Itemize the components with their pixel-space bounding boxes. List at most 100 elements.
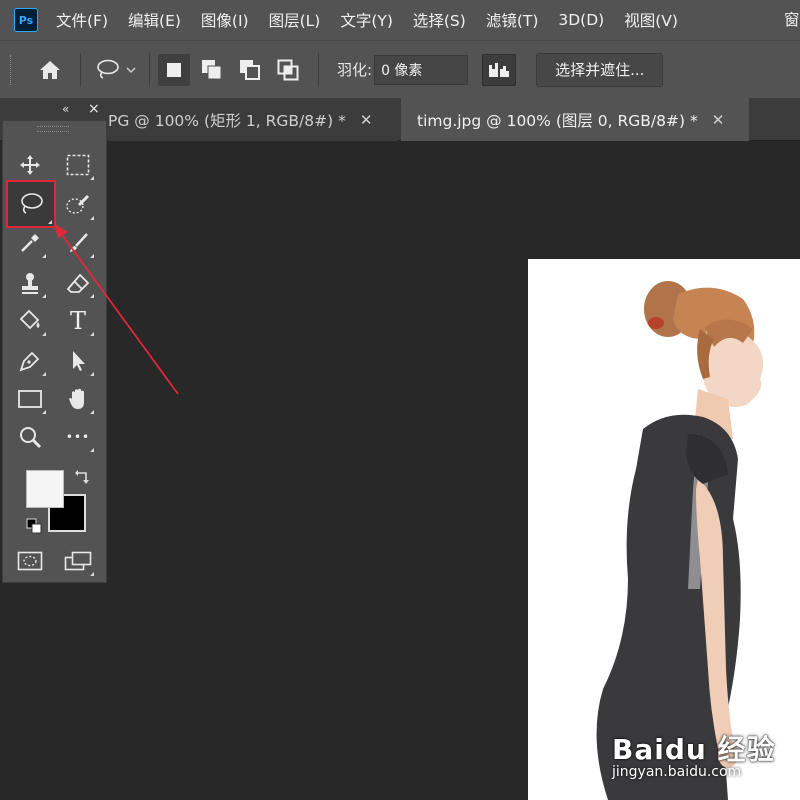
- submenu-indicator: [90, 294, 94, 298]
- tab-timg-document[interactable]: timg.jpg @ 100% (图层 0, RGB/8#) * ✕: [401, 98, 749, 141]
- home-button[interactable]: [28, 53, 72, 87]
- menu-image[interactable]: 图像(I): [201, 9, 249, 31]
- type-tool[interactable]: T: [60, 304, 96, 338]
- zoom-icon: [20, 427, 42, 449]
- document-tabs: PG @ 100% (矩形 1, RGB/8#) * ✕ timg.jpg @ …: [0, 98, 800, 141]
- foreground-color-swatch[interactable]: [26, 470, 64, 508]
- watermark-text: Baidu 经验: [612, 733, 776, 766]
- watermark: Baidu 经验: [612, 728, 776, 768]
- more-tools[interactable]: •••: [60, 420, 96, 454]
- tool-preset-picker[interactable]: [89, 53, 141, 87]
- submenu-indicator: [90, 572, 94, 576]
- menu-3d[interactable]: 3D(D): [558, 11, 604, 29]
- woman-photo: [596, 281, 764, 800]
- new-selection-button[interactable]: [158, 53, 190, 86]
- watermark-url: jingyan.baidu.com: [612, 764, 742, 780]
- arrow-icon: [73, 351, 85, 371]
- separator: [318, 52, 319, 87]
- separator: [80, 52, 81, 87]
- submenu-indicator: [90, 448, 94, 452]
- pen-icon: [19, 351, 40, 372]
- default-colors-icon[interactable]: [26, 518, 42, 534]
- options-bar: 羽化: 选择并遮住...: [0, 40, 800, 98]
- document-canvas[interactable]: [528, 259, 800, 800]
- new-selection-icon: [167, 62, 181, 77]
- feather-label: 羽化:: [337, 61, 373, 79]
- quick-select-tool[interactable]: [60, 188, 96, 222]
- chevron-down-icon: [126, 67, 136, 73]
- home-icon: [40, 60, 60, 79]
- menu-window-partial[interactable]: 窗: [784, 8, 800, 30]
- rectangle-tool[interactable]: [12, 382, 48, 416]
- rectangle-icon: [18, 390, 42, 408]
- submenu-indicator: [42, 254, 46, 258]
- submenu-indicator: [90, 372, 94, 376]
- separator: [149, 52, 150, 87]
- rect-marquee-icon: [66, 154, 90, 176]
- move-icon: [20, 155, 40, 175]
- select-and-mask-button[interactable]: 选择并遮住...: [536, 52, 664, 87]
- hand-tool[interactable]: [60, 382, 96, 416]
- photoshop-window: Ps 文件(F) 编辑(E) 图像(I) 图层(L) 文字(Y) 选择(S) 滤…: [0, 0, 800, 800]
- close-panel-icon[interactable]: ×: [88, 101, 100, 117]
- path-select-tool[interactable]: [60, 344, 96, 378]
- submenu-indicator: [42, 294, 46, 298]
- brush-icon: [70, 233, 88, 252]
- anti-alias-button[interactable]: [482, 53, 517, 86]
- quick-select-icon: [66, 194, 90, 214]
- collapse-icon[interactable]: «: [62, 102, 69, 116]
- intersect-selection-icon: [277, 59, 299, 80]
- tab-png-document[interactable]: PG @ 100% (矩形 1, RGB/8#) * ✕: [108, 98, 398, 141]
- stamp-tool[interactable]: [12, 266, 48, 300]
- lasso-icon: [97, 59, 119, 79]
- swap-colors-icon[interactable]: [74, 468, 92, 486]
- lasso-tool[interactable]: [6, 180, 56, 228]
- submenu-indicator: [42, 410, 46, 414]
- eraser-tool[interactable]: [60, 266, 96, 300]
- submenu-indicator: [90, 176, 94, 180]
- menu-bar: Ps 文件(F) 编辑(E) 图像(I) 图层(L) 文字(Y) 选择(S) 滤…: [0, 0, 800, 40]
- zoom-tool[interactable]: [12, 420, 48, 454]
- brush-tool[interactable]: [60, 226, 96, 260]
- eyedropper-icon: [21, 234, 39, 252]
- close-icon[interactable]: ✕: [360, 111, 373, 129]
- feather-input[interactable]: [374, 54, 469, 85]
- subtract-selection-button[interactable]: [234, 54, 266, 86]
- submenu-indicator: [48, 220, 52, 224]
- menu-file[interactable]: 文件(F): [56, 9, 108, 31]
- move-tool[interactable]: [12, 148, 48, 182]
- quick-mask-button[interactable]: [12, 544, 48, 578]
- paint-bucket-icon: [19, 309, 40, 330]
- menu-select[interactable]: 选择(S): [413, 9, 466, 31]
- screen-mode-icon: [64, 551, 92, 571]
- menu-edit[interactable]: 编辑(E): [128, 9, 181, 31]
- submenu-indicator: [42, 372, 46, 376]
- eyedropper-tool[interactable]: [12, 226, 48, 260]
- menu-layer[interactable]: 图层(L): [269, 9, 321, 31]
- pen-tool[interactable]: [12, 344, 48, 378]
- toolbox-grip[interactable]: [37, 126, 69, 132]
- ellipsis-icon: •••: [65, 430, 91, 444]
- ps-logo: Ps: [14, 8, 38, 32]
- submenu-indicator: [90, 254, 94, 258]
- quick-mask-icon: [17, 551, 43, 571]
- tab-label: PG @ 100% (矩形 1, RGB/8#) *: [108, 111, 346, 130]
- marquee-tool[interactable]: [60, 148, 96, 182]
- menu-view[interactable]: 视图(V): [624, 9, 678, 31]
- paint-bucket-tool[interactable]: [12, 304, 48, 338]
- stamp-icon: [22, 273, 38, 294]
- close-icon[interactable]: ✕: [712, 111, 725, 129]
- lasso-icon: [21, 193, 43, 214]
- options-grip[interactable]: [10, 54, 14, 85]
- screen-mode-button[interactable]: [60, 544, 96, 578]
- anti-alias-icon: [489, 62, 510, 77]
- submenu-indicator: [90, 410, 94, 414]
- tab-label: timg.jpg @ 100% (图层 0, RGB/8#) *: [417, 111, 698, 130]
- add-selection-icon: [202, 59, 222, 79]
- hand-icon: [69, 388, 84, 409]
- menu-type[interactable]: 文字(Y): [340, 9, 393, 31]
- add-selection-button[interactable]: [196, 54, 228, 86]
- submenu-indicator: [42, 332, 46, 336]
- menu-filter[interactable]: 滤镜(T): [486, 9, 539, 31]
- intersect-selection-button[interactable]: [272, 54, 304, 86]
